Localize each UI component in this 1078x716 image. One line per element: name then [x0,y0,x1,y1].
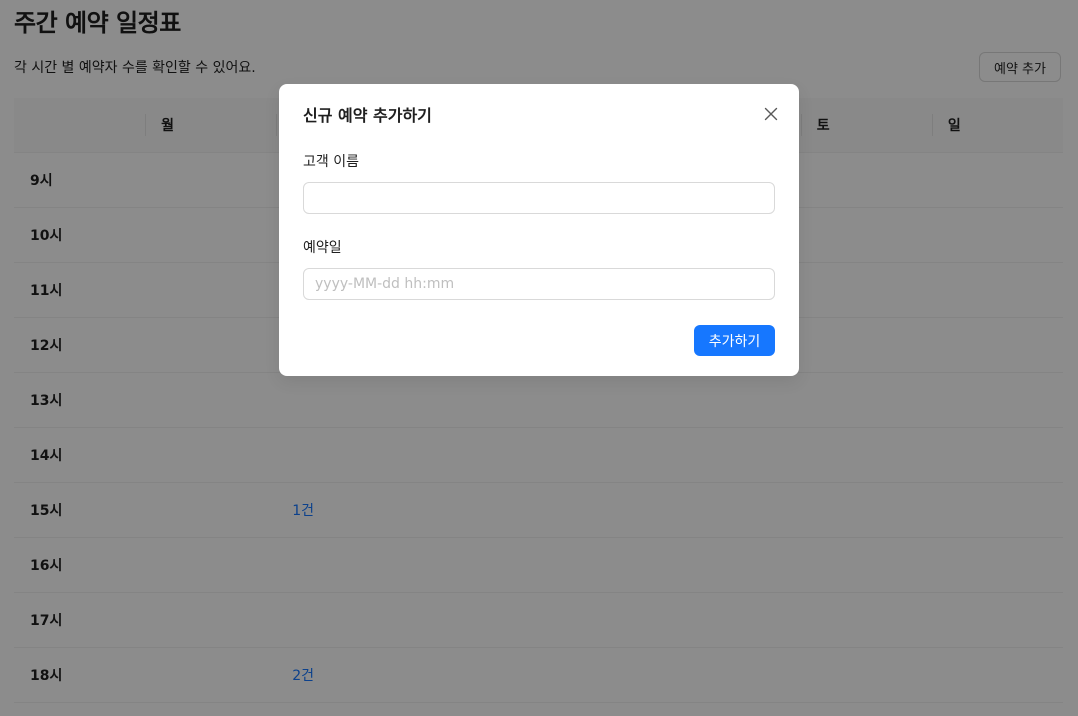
reservation-date-label: 예약일 [303,240,342,256]
customer-name-label: 고객 이름 [303,154,359,170]
submit-reservation-button[interactable]: 추가하기 [694,325,775,356]
modal-title: 신규 예약 추가하기 [303,106,432,125]
schedule-page: 주간 예약 일정표 각 시간 별 예약자 수를 확인할 수 있어요. 예약 추가… [0,0,1078,716]
close-icon [759,102,783,126]
modal-close-button[interactable] [759,102,783,126]
add-reservation-modal: 신규 예약 추가하기 고객 이름 예약일 추가하기 [279,84,799,376]
customer-name-input[interactable] [303,182,775,214]
reservation-date-input[interactable] [303,268,775,300]
